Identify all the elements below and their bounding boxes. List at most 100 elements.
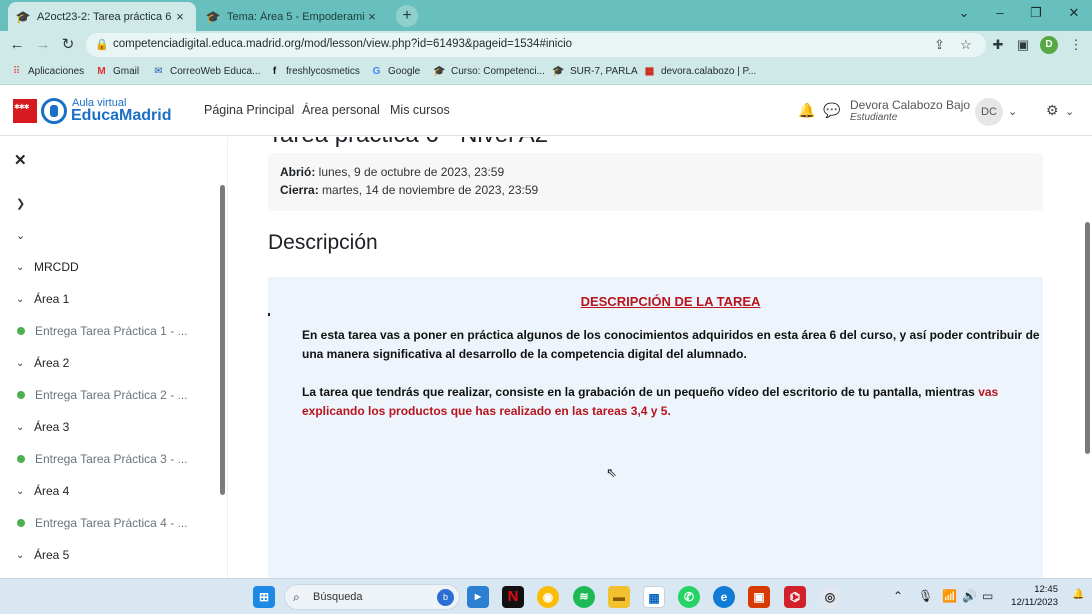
educamadrid-logo-icon[interactable]	[41, 98, 67, 124]
avatar[interactable]: DC	[975, 98, 1003, 126]
chevron-down-icon[interactable]: ⌄	[16, 550, 34, 561]
spotify-icon[interactable]: ≋	[573, 586, 595, 608]
sidebar-item-area-2[interactable]: ⌄ Área 2	[16, 356, 69, 370]
tray-chevron-up-icon[interactable]: ⌃	[893, 589, 903, 603]
closes-date: Cierra: martes, 14 de noviembre de 2023,…	[280, 183, 538, 197]
bing-icon: b	[437, 589, 454, 606]
url-text[interactable]: competenciadigital.educa.madrid.org/mod/…	[113, 38, 572, 50]
moodle-cap-icon: 🎓	[15, 9, 31, 24]
obs-recorder-icon[interactable]: ◎	[819, 586, 841, 608]
profile-avatar[interactable]: D	[1040, 36, 1058, 54]
tab-close-icon[interactable]: ×	[364, 9, 380, 24]
sidebar-item-area-4[interactable]: ⌄ Área 4	[16, 484, 69, 498]
gear-icon[interactable]: ⚙	[1046, 102, 1059, 119]
whatsapp-icon[interactable]: ✆	[678, 586, 700, 608]
chevron-down-icon[interactable]: ⌄	[16, 358, 34, 369]
close-window-icon[interactable]: ✕	[1056, 0, 1092, 28]
speaker-icon[interactable]: 🔊	[962, 589, 977, 603]
sidebar-item-label: Entrega Tarea Práctica 1 - ...	[35, 324, 188, 338]
forward-arrow-icon[interactable]: →	[33, 35, 53, 55]
chevron-down-icon[interactable]: ⌄	[16, 262, 34, 273]
sidebar-item-entrega-4[interactable]: Entrega Tarea Práctica 4 - ...	[16, 516, 188, 530]
bookmark-star-icon[interactable]: ☆	[960, 37, 972, 53]
edge-icon[interactable]: e	[713, 586, 735, 608]
bookmark-devora[interactable]: ▦ devora.calabozo | P...	[643, 65, 757, 78]
battery-icon[interactable]: ▭	[982, 589, 993, 603]
microphone-icon[interactable]: 🎙	[918, 589, 933, 603]
chevron-down-icon[interactable]: ⌄	[16, 486, 34, 497]
share-icon[interactable]: ⇪	[934, 37, 945, 53]
bookmark-apps[interactable]: ⠿ Aplicaciones	[10, 65, 84, 78]
sidebar-item-label: Área 1	[34, 292, 70, 306]
tab-search-chevron-icon[interactable]: ⌄	[946, 0, 982, 28]
comunidad-madrid-logo-icon[interactable]	[13, 99, 37, 123]
prime-video-icon[interactable]: ▶	[467, 586, 489, 608]
main-scrollbar[interactable]	[1085, 222, 1090, 454]
bookmarks-bar: ⠿ Aplicaciones M Gmail ✉ CorreoWeb Educa…	[0, 59, 1092, 85]
tab-close-icon[interactable]: ×	[172, 9, 188, 24]
nav-dashboard[interactable]: Área personal	[302, 103, 380, 117]
chrome-icon[interactable]: ◉	[537, 586, 559, 608]
bookmark-sur7[interactable]: 🎓 SUR-7, PARLA	[552, 65, 637, 78]
sidebar-item-area-5[interactable]: ⌄ Área 5	[16, 548, 69, 562]
chevron-down-icon[interactable]: ⌄	[16, 422, 34, 433]
sidebar-item-area-3[interactable]: ⌄ Área 3	[16, 420, 69, 434]
chevron-right-icon[interactable]: ❯	[16, 197, 25, 210]
sidebar-item-area-1[interactable]: ⌄ Área 1	[16, 292, 69, 306]
new-tab-button[interactable]: +	[396, 5, 418, 27]
user-name[interactable]: Devora Calabozo Bajo	[850, 98, 970, 112]
bell-icon[interactable]: 🔔	[798, 102, 815, 119]
bookmark-google[interactable]: G Google	[370, 65, 421, 78]
drawer-scrollbar[interactable]	[220, 185, 225, 495]
text-caret	[268, 313, 270, 316]
search-icon: ⌕	[293, 590, 300, 604]
minimize-icon[interactable]: –	[982, 0, 1018, 28]
nav-my-courses[interactable]: Mis cursos	[390, 103, 450, 117]
site-favicon-icon: ▦	[644, 66, 655, 77]
side-panel-icon[interactable]: ▣	[1013, 35, 1033, 55]
sidebar-item-entrega-2[interactable]: Entrega Tarea Práctica 2 - ...	[16, 388, 188, 402]
tab-title: Tema: Área 5 - Empoderamiento	[227, 10, 364, 23]
bookmark-label: CorreoWeb Educa...	[170, 66, 261, 77]
restore-icon[interactable]: ❐	[1018, 0, 1054, 28]
page-title: Tarea práctica 6 - Nivel A2	[268, 137, 548, 149]
bookmark-freshly[interactable]: f freshlycosmetics	[268, 65, 360, 78]
chat-bubble-icon[interactable]: 💬	[823, 102, 840, 119]
browser-menu-icon[interactable]: ⋮	[1066, 35, 1086, 55]
photos-icon[interactable]: ▣	[748, 586, 770, 608]
address-bar[interactable]: 🔒 competenciadigital.educa.madrid.org/mo…	[86, 33, 986, 57]
chevron-down-icon[interactable]: ⌄	[16, 294, 34, 305]
reload-icon[interactable]: ↻	[58, 35, 78, 55]
wifi-icon[interactable]: 📶	[942, 589, 957, 603]
notification-bell-icon[interactable]: 🔔	[1072, 589, 1084, 600]
extensions-puzzle-icon[interactable]: ✚	[988, 35, 1008, 55]
logo-title[interactable]: EducaMadrid	[71, 107, 171, 125]
back-arrow-icon[interactable]: ←	[7, 35, 27, 55]
microsoft-store-icon[interactable]: ▦	[643, 586, 665, 608]
bookmark-curso[interactable]: 🎓 Curso: Competenci...	[433, 65, 545, 78]
sidebar-item-entrega-3[interactable]: Entrega Tarea Práctica 3 - ...	[16, 452, 188, 466]
bookmark-gmail[interactable]: M Gmail	[95, 65, 139, 78]
lock-icon[interactable]: 🔒	[95, 38, 109, 51]
file-explorer-icon[interactable]: ▬	[608, 586, 630, 608]
taskbar-search-label: Búsqueda	[313, 591, 363, 603]
sidebar-item-mrcdd[interactable]: ⌄ MRCDD	[16, 260, 79, 274]
clock-time: 12:45	[1034, 584, 1058, 595]
windows-start-icon[interactable]: ⊞	[253, 586, 275, 608]
sidebar-item-entrega-1[interactable]: Entrega Tarea Práctica 1 - ...	[16, 324, 188, 338]
tab-active[interactable]: 🎓 A2oct23-2: Tarea práctica 6 - Ni ×	[8, 2, 196, 31]
netflix-icon[interactable]: N	[502, 586, 524, 608]
taskbar-clock[interactable]: 12:45 12/11/2023	[1006, 583, 1058, 609]
close-drawer-icon[interactable]: ✕	[14, 151, 27, 169]
taskbar-search[interactable]: ⌕ Búsqueda b	[284, 584, 460, 610]
bookmark-correoweb[interactable]: ✉ CorreoWeb Educa...	[152, 65, 260, 78]
acrobat-icon[interactable]: ⌬	[784, 586, 806, 608]
chevron-down-icon[interactable]: ⌄	[16, 229, 25, 242]
chevron-down-icon[interactable]: ⌄	[1008, 105, 1017, 118]
bookmark-label: Google	[388, 66, 421, 77]
bookmark-label: Aplicaciones	[28, 66, 85, 77]
chevron-down-icon[interactable]: ⌄	[1065, 105, 1074, 118]
tab-inactive[interactable]: 🎓 Tema: Área 5 - Empoderamiento ×	[198, 2, 388, 31]
sidebar-item-label: Entrega Tarea Práctica 2 - ...	[35, 388, 188, 402]
nav-home[interactable]: Página Principal	[204, 103, 294, 117]
